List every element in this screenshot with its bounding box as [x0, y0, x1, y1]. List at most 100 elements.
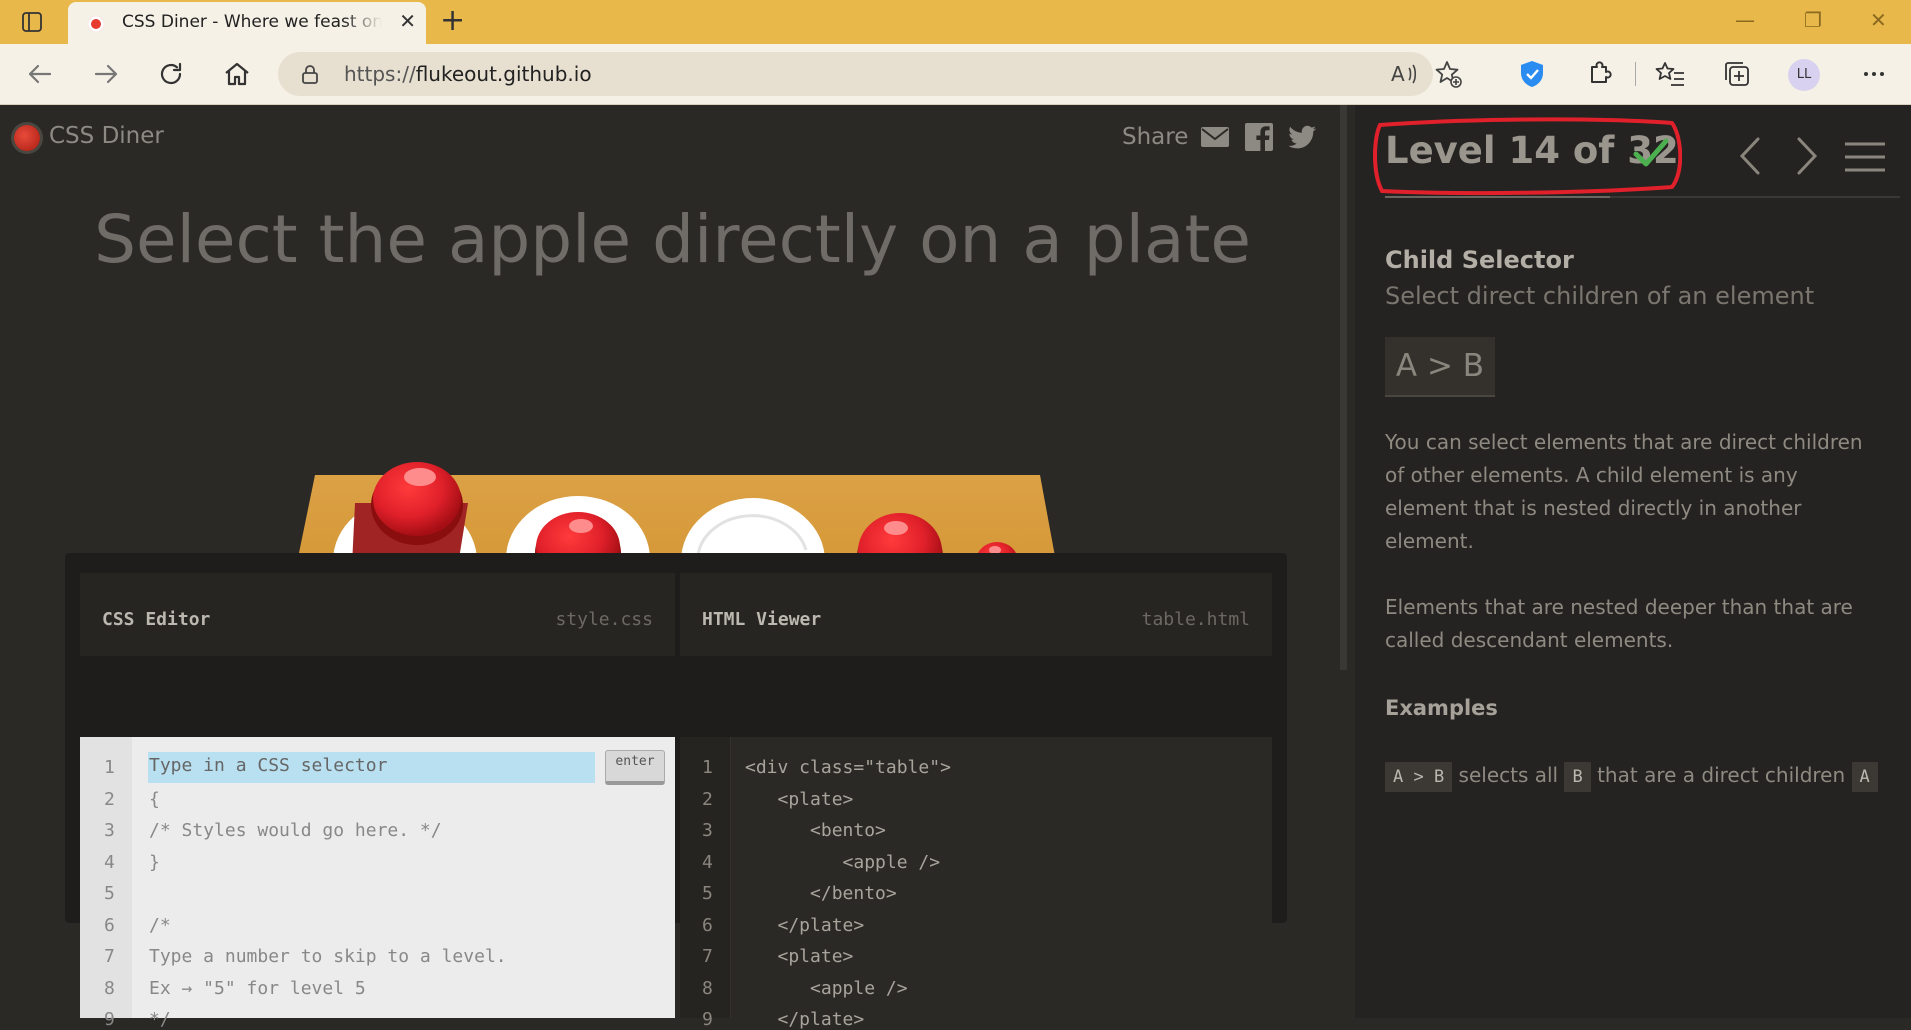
selector-syntax: A > B: [1385, 337, 1495, 397]
html-line[interactable]: </plate>: [745, 915, 865, 936]
tab-title: CSS Diner - Where we feast on CSS Select…: [122, 12, 382, 32]
line-number: 1: [702, 757, 713, 778]
url-text[interactable]: https://flukeout.github.io: [344, 62, 592, 86]
level-instructions: Select the apple directly on a plate: [94, 201, 1251, 278]
share-label: Share: [1122, 124, 1189, 150]
line-number: 1: [104, 757, 115, 778]
code-line: */: [149, 1009, 171, 1030]
hint-paragraph: You can select elements that are direct …: [1385, 430, 1863, 553]
logo-icon: [14, 125, 40, 151]
example-text: that are a direct children: [1597, 763, 1846, 787]
twitter-icon[interactable]: [1286, 121, 1318, 153]
html-line[interactable]: <div class="table">: [745, 757, 951, 778]
profile-avatar[interactable]: LL: [1788, 59, 1820, 91]
code-line: Type a number to skip to a level.: [149, 946, 507, 967]
html-viewer-title: HTML Viewer: [702, 609, 822, 630]
line-number: 8: [104, 978, 115, 999]
html-viewer-header: HTML Viewer table.html: [680, 573, 1272, 656]
code-line: Ex → "5" for level 5: [149, 978, 366, 999]
email-icon[interactable]: [1199, 121, 1231, 153]
home-icon[interactable]: [221, 58, 253, 90]
previous-level-icon[interactable]: [1736, 135, 1766, 177]
html-viewer-filename: table.html: [1141, 609, 1250, 630]
close-window-icon[interactable]: ✕: [1870, 8, 1887, 32]
line-number: 7: [104, 946, 115, 967]
line-number: 2: [104, 789, 115, 810]
css-editor-header: CSS Editor style.css: [80, 573, 675, 656]
example-tag: A: [1851, 762, 1878, 792]
css-gutter: [80, 737, 132, 1018]
minimize-icon[interactable]: —: [1735, 8, 1755, 32]
html-line[interactable]: <apple />: [745, 852, 941, 873]
html-line[interactable]: <apple />: [745, 978, 908, 999]
address-bar[interactable]: https://flukeout.github.io A: [278, 52, 1462, 96]
css-selector-input[interactable]: Type in a CSS selector: [149, 755, 387, 776]
new-tab-icon[interactable]: +: [440, 6, 465, 36]
code-line: {: [149, 789, 160, 810]
selector-name: Child Selector: [1385, 246, 1574, 274]
extension-shield-icon[interactable]: [1516, 58, 1548, 90]
annotation-circle: [1373, 117, 1682, 196]
site-logo[interactable]: CSS Diner: [49, 123, 164, 149]
tab-favicon-icon: [88, 16, 104, 32]
level-menu-icon[interactable]: [1843, 141, 1887, 173]
restore-icon[interactable]: ❐: [1804, 8, 1822, 32]
line-number: 3: [104, 820, 115, 841]
browser-tab[interactable]: CSS Diner - Where we feast on CSS Select…: [68, 2, 426, 44]
favorites-icon[interactable]: [1655, 58, 1687, 90]
read-aloud-icon[interactable]: A: [1388, 58, 1420, 90]
refresh-icon[interactable]: [155, 58, 187, 90]
tab-actions-icon[interactable]: [22, 12, 42, 32]
more-options-icon[interactable]: [1858, 58, 1890, 90]
browser-tab-bar: CSS Diner - Where we feast on CSS Select…: [0, 0, 1911, 44]
add-favorite-icon[interactable]: [1432, 58, 1464, 90]
code-line: }: [149, 852, 160, 873]
example-tag: A > B: [1385, 762, 1453, 792]
tab-close-icon[interactable]: ✕: [399, 11, 416, 31]
example-text: selects all: [1458, 763, 1559, 787]
example-item: A > B selects all B that are a direct ch…: [1385, 754, 1900, 796]
html-line[interactable]: <bento>: [745, 820, 886, 841]
line-number: 6: [104, 915, 115, 936]
level-sidebar: Level 14 of 32 Child Selector Select dir…: [1355, 105, 1911, 1018]
extensions-icon[interactable]: [1583, 58, 1615, 90]
css-editor-title: CSS Editor: [102, 609, 211, 630]
back-icon[interactable]: [24, 58, 56, 90]
level-progress-fill: [1385, 196, 1611, 198]
lock-icon[interactable]: [300, 64, 320, 84]
collections-icon[interactable]: [1721, 58, 1753, 90]
line-number: 4: [702, 852, 713, 873]
line-number: 7: [702, 946, 713, 967]
examples-title: Examples: [1385, 696, 1498, 720]
hint-paragraph: Elements that are nested deeper than tha…: [1385, 595, 1853, 652]
html-gutter: [680, 737, 731, 1018]
html-line[interactable]: <plate>: [745, 946, 854, 967]
next-level-icon[interactable]: [1791, 135, 1821, 177]
toolbar-divider: [1635, 62, 1636, 86]
selector-title: Select direct children of an element: [1385, 282, 1815, 310]
svg-text:A: A: [1391, 62, 1405, 86]
line-number: 6: [702, 915, 713, 936]
apple-in-bento: [371, 462, 463, 545]
line-number: 3: [702, 820, 713, 841]
line-number: 5: [104, 883, 115, 904]
code-line: /* Styles would go here. */: [149, 820, 442, 841]
html-line[interactable]: </bento>: [745, 883, 897, 904]
code-line: /*: [149, 915, 171, 936]
pane-scrollbar[interactable]: [1340, 105, 1347, 670]
example-tag: B: [1564, 762, 1591, 792]
selector-hint: You can select elements that are direct …: [1385, 426, 1885, 657]
browser-toolbar: https://flukeout.github.io A LL: [0, 44, 1911, 105]
enter-button[interactable]: enter: [605, 750, 665, 785]
line-number: 9: [702, 1009, 713, 1030]
html-viewer-body: [680, 737, 1272, 1018]
line-number: 8: [702, 978, 713, 999]
html-line[interactable]: <plate>: [745, 789, 854, 810]
line-number: 5: [702, 883, 713, 904]
line-number: 4: [104, 852, 115, 873]
css-editor-filename: style.css: [555, 609, 653, 630]
forward-icon[interactable]: [90, 58, 122, 90]
html-line[interactable]: </plate>: [745, 1009, 865, 1030]
facebook-icon[interactable]: [1243, 121, 1275, 153]
line-number: 9: [104, 1009, 115, 1030]
